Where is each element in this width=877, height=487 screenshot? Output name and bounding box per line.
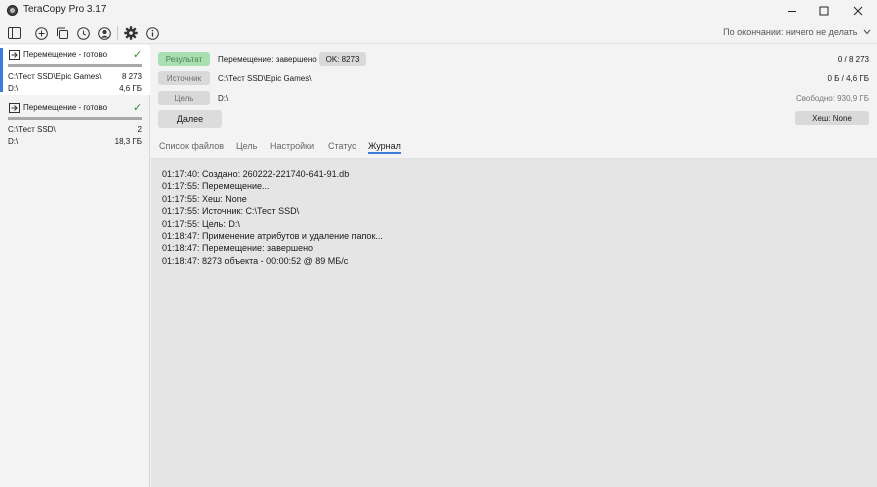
copy-button[interactable]: [54, 25, 70, 41]
hash-button[interactable]: Хеш: None: [795, 111, 869, 125]
log-line: 01:17:40: Создано: 260222-221740-641-91.…: [162, 169, 350, 179]
result-label: Результат: [158, 52, 210, 66]
info-button[interactable]: [144, 25, 160, 41]
target-button[interactable]: Цель: [158, 91, 210, 105]
log-line: 01:17:55: Цель: D:\: [162, 218, 240, 229]
job-title: Перемещение - готово: [23, 103, 108, 112]
account-icon: [97, 26, 111, 40]
job-list: Перемещение - готово ✓ C:\Тест SSD\Epic …: [0, 44, 150, 487]
history-button[interactable]: [75, 25, 91, 41]
info-icon: [145, 26, 159, 40]
job-move-icon: [9, 50, 20, 60]
tab-log[interactable]: Журнал: [368, 141, 401, 154]
ok-badge[interactable]: OK: 8273: [319, 52, 366, 66]
toolbar: По окончании: ничего не делать: [0, 22, 877, 44]
title-bar: TeraCopy Pro 3.17: [0, 0, 877, 22]
log-view: 01:17:40: Создано: 260222-221740-641-91.…: [162, 168, 383, 267]
log-line: 01:17:55: Перемещение...: [162, 181, 270, 192]
add-icon: [34, 26, 48, 40]
account-button[interactable]: [96, 25, 112, 41]
log-line: 01:17:55: Источник: C:\Тест SSD\: [162, 206, 300, 217]
job-source: C:\Тест SSD\Epic Games\: [8, 72, 102, 81]
job-source: C:\Тест SSD\: [8, 125, 56, 134]
close-icon: [853, 6, 863, 16]
sidebar-toggle-button[interactable]: [6, 25, 22, 41]
settings-button[interactable]: [123, 25, 139, 41]
status-text: Перемещение: завершено: [218, 55, 317, 64]
minimize-icon: [788, 11, 796, 12]
source-path: C:\Тест SSD\Epic Games\: [218, 74, 312, 83]
tab-status[interactable]: Статус: [328, 141, 356, 151]
tab-target[interactable]: Цель: [236, 141, 257, 151]
job-item[interactable]: Перемещение - готово ✓ C:\Тест SSD\Epic …: [0, 45, 150, 95]
target-path: D:\: [218, 94, 229, 103]
bytes-progress: 0 Б / 4,6 ГБ: [827, 74, 869, 83]
job-title: Перемещение - готово: [23, 50, 108, 59]
tab-settings[interactable]: Настройки: [270, 141, 314, 151]
minimize-button[interactable]: [775, 0, 809, 22]
tab-bar: Список файлов Цель Настройки Статус Журн…: [151, 134, 877, 159]
source-button[interactable]: Источник: [158, 71, 210, 85]
job-move-icon: [9, 103, 20, 113]
free-space: Свободно: 930,9 ГБ: [795, 94, 869, 103]
copy-icon: [56, 27, 68, 39]
main-panel: Результат Перемещение: завершено OK: 827…: [151, 44, 877, 487]
log-line: 01:18:47: 8273 объекта - 00:00:52 @ 89 М…: [162, 255, 349, 266]
add-button[interactable]: [33, 25, 49, 41]
log-line: 01:18:47: Перемещение: завершено: [162, 243, 314, 254]
chevron-down-icon: [863, 29, 871, 35]
history-icon: [76, 26, 90, 40]
on-complete-dropdown[interactable]: По окончании: ничего не делать: [723, 27, 871, 37]
job-target: D:\: [8, 84, 19, 93]
job-summary: Результат Перемещение: завершено OK: 827…: [151, 44, 877, 134]
job-progress-bar: [8, 117, 142, 120]
check-icon: ✓: [133, 49, 143, 61]
check-icon: ✓: [133, 102, 143, 114]
job-file-count: 2: [137, 125, 142, 134]
tab-file-list[interactable]: Список файлов: [159, 141, 224, 151]
close-button[interactable]: [841, 0, 875, 22]
sidebar-toggle-icon: [7, 27, 21, 39]
maximize-button[interactable]: [807, 0, 841, 22]
on-complete-label: По окончании: ничего не делать: [723, 27, 858, 37]
job-size: 18,3 ГБ: [114, 137, 142, 146]
app-logo-icon: [7, 5, 18, 16]
files-progress: 0 / 8 273: [837, 55, 869, 64]
gear-icon: [124, 26, 138, 40]
job-file-count: 8 273: [121, 72, 142, 81]
log-line: 01:17:55: Хеш: None: [162, 193, 247, 204]
job-target: D:\: [8, 137, 19, 146]
job-progress-bar: [8, 64, 142, 67]
next-button[interactable]: Далее: [158, 110, 222, 128]
window-title: TeraCopy Pro 3.17: [23, 4, 107, 15]
toolbar-divider: [117, 26, 118, 40]
job-item[interactable]: Перемещение - готово ✓ C:\Тест SSD\ 2 D:…: [0, 98, 150, 148]
job-size: 4,6 ГБ: [119, 84, 142, 93]
log-line: 01:18:47: Применение атрибутов и удалени…: [162, 231, 383, 242]
maximize-icon: [819, 6, 829, 16]
